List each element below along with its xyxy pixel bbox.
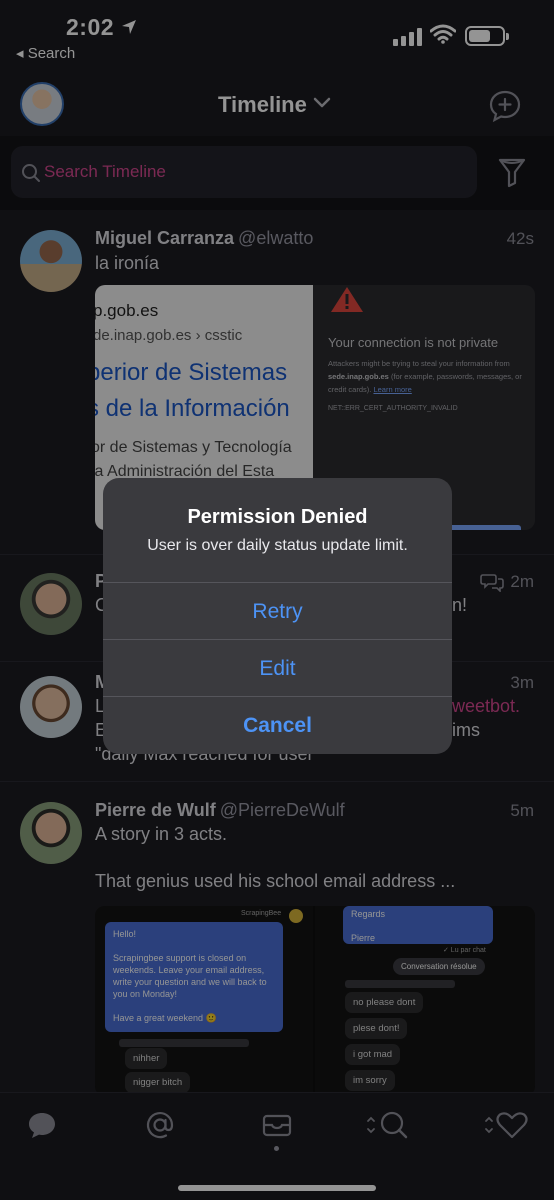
alert-title: Permission Denied: [187, 506, 368, 528]
permission-denied-alert: Permission Denied User is over daily sta…: [103, 478, 452, 754]
alert-message: User is over daily status update limit.: [147, 537, 408, 554]
cancel-button[interactable]: Cancel: [103, 696, 452, 753]
edit-button[interactable]: Edit: [103, 639, 452, 696]
retry-button[interactable]: Retry: [103, 582, 452, 639]
